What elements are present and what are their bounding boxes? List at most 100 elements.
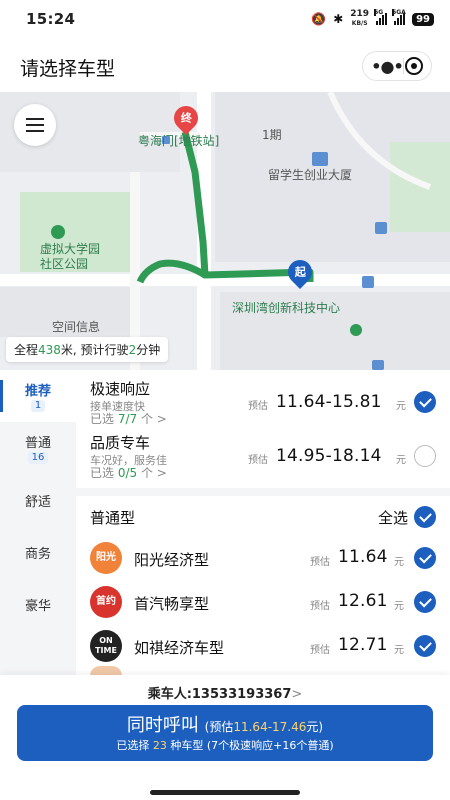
selected-detail: (7个极速响应+16个普通): [206, 739, 334, 752]
car-type-panel: 推荐 1 普通 16 舒适 商务 豪华 极速响应 接单速度快 已选 7/7 个: [0, 370, 450, 676]
summary-distance: 438: [38, 343, 61, 357]
brand-row-shouqi[interactable]: 首约 首汽畅享型 预估 12.61 元: [76, 580, 450, 624]
summary-middle: 米, 预计行驶: [60, 343, 129, 357]
brand-row-yangguang[interactable]: 阳光 阳光经济型 预估 11.64 元: [76, 536, 450, 580]
brand-checkbox[interactable]: [414, 591, 436, 613]
network-speed: 219 KB/S: [350, 10, 369, 28]
options-list: 极速响应 接单速度快 已选 7/7 个 > 预估 11.64-15.81 元 品…: [76, 370, 450, 676]
call-est-range: 11.64-17.46: [233, 720, 307, 734]
brand-row-ruqi[interactable]: ON TIME 如祺经济车型 预估 12.71 元: [76, 624, 450, 668]
menu-icon-bar: [26, 124, 44, 126]
estimate-label: 预估: [310, 557, 330, 568]
summary-prefix: 全程: [14, 343, 39, 357]
brand-checkbox[interactable]: [414, 635, 436, 657]
sidebar-item-business[interactable]: 商务: [0, 526, 76, 578]
map-label-center: 深圳湾创新科技中心: [232, 301, 341, 315]
map-label-space: 空间信息: [52, 320, 101, 334]
signal-icon-2: 5GA: [392, 9, 406, 25]
brand-price: 12.71: [338, 635, 388, 655]
selected-mid: 种车型: [170, 739, 204, 752]
price-unit: 元: [394, 601, 404, 612]
price-unit: 元: [394, 557, 404, 568]
option-checkbox-checked[interactable]: [414, 391, 436, 413]
passenger-phone: 13533193367: [191, 687, 292, 702]
menu-button[interactable]: [14, 104, 56, 146]
call-button-sub: 已选择 23 种车型 (7个极速响应+16个普通): [17, 737, 433, 753]
selected-count: 0/5: [117, 466, 138, 480]
category-sidebar: 推荐 1 普通 16 舒适 商务 豪华: [0, 370, 76, 675]
sidebar-item-count: 1: [30, 400, 46, 412]
map-label-park-2: 社区公园: [40, 257, 89, 271]
selected-prefix: 已选: [90, 466, 115, 480]
price-unit: 元: [394, 645, 404, 656]
estimate-label: 预估: [248, 401, 268, 412]
clock: 15:24: [26, 10, 76, 28]
target-close-icon[interactable]: [404, 57, 423, 75]
price-unit: 元: [396, 401, 406, 412]
page-title: 请选择车型: [20, 57, 116, 80]
sidebar-item-label: 商务: [24, 546, 51, 562]
option-name: 极速响应: [90, 380, 151, 398]
start-marker-label: 起: [294, 266, 306, 279]
map-label-metro: 粤海门[地铁站]: [138, 134, 220, 148]
signal-icon: 5G: [374, 9, 388, 25]
brand-logo-ruqi: ON TIME: [90, 630, 122, 662]
mute-icon: 🔕: [311, 12, 327, 26]
app-screen: 15:24 🔕 ✱ 219 KB/S 5G 5GA 99 请选择车型 •●• 终…: [0, 0, 450, 800]
selected-count: 7/7: [117, 412, 138, 426]
passenger-label: 乘车人:: [147, 687, 192, 702]
estimate-label: 预估: [310, 645, 330, 656]
brand-checkbox[interactable]: [414, 547, 436, 569]
sidebar-item-recommended[interactable]: 推荐 1: [0, 370, 76, 422]
route-map[interactable]: 终 起 粤海门[地铁站] 1期 留学生创业大厦 虚拟大学园 社区公园 空间信息 …: [0, 92, 450, 370]
select-all-label[interactable]: 全选: [378, 507, 408, 528]
selected-prefix: 已选: [90, 412, 115, 426]
speed-value: 219: [350, 9, 370, 19]
call-est-prefix: (预估: [204, 720, 234, 734]
option-name: 品质专车: [90, 434, 151, 452]
option-checkbox-unchecked[interactable]: [414, 445, 436, 467]
selected-total: 23: [152, 739, 167, 752]
option-fast-response[interactable]: 极速响应 接单速度快 已选 7/7 个 > 预估 11.64-15.81 元: [76, 370, 450, 428]
select-all-checkbox[interactable]: [414, 506, 436, 528]
sidebar-item-count: 16: [27, 452, 49, 464]
option-selected-count[interactable]: 已选 7/7 个 >: [90, 410, 167, 427]
brand-name: 首汽畅享型: [134, 595, 210, 613]
route-summary: 全程438米, 预计行驶2分钟: [6, 337, 169, 362]
brand-logo-yangguang: 阳光: [90, 542, 122, 574]
chevron-right-icon: >: [291, 687, 303, 702]
call-button[interactable]: 同时呼叫 (预估11.64-17.46元) 已选择 23 种车型 (7个极速响应…: [17, 705, 433, 761]
status-bar: 15:24 🔕 ✱ 219 KB/S 5G 5GA 99: [0, 0, 450, 38]
brand-price: 11.64: [338, 547, 388, 567]
battery-icon: 99: [412, 12, 434, 26]
more-dots-icon[interactable]: •●•: [371, 57, 403, 76]
sidebar-item-label: 舒适: [24, 494, 51, 510]
option-quality-car[interactable]: 品质专车 车况好，服务佳 已选 0/5 个 > 预估 14.95-18.14 元: [76, 428, 450, 486]
end-marker-label: 终: [180, 112, 192, 125]
option-price: 11.64-15.81: [276, 392, 382, 412]
bottom-action-bar: 乘车人:13533193367> 同时呼叫 (预估11.64-17.46元) 已…: [0, 675, 450, 800]
miniapp-capsule: •●•: [362, 51, 432, 81]
price-unit: 元: [396, 455, 406, 466]
sidebar-item-label: 豪华: [24, 598, 51, 614]
sidebar-item-label: 推荐: [24, 384, 51, 399]
brand-logo-shouqi: 首约: [90, 586, 122, 618]
option-selected-count[interactable]: 已选 0/5 个 >: [90, 464, 167, 481]
signal-tag-2: 5GA: [392, 9, 406, 16]
brand-price: 12.61: [338, 591, 388, 611]
selected-suffix: 个 >: [140, 412, 167, 426]
passenger-selector[interactable]: 乘车人:13533193367>: [0, 683, 450, 702]
sidebar-item-label: 普通: [24, 436, 51, 451]
selected-suffix: 个 >: [140, 466, 167, 480]
call-button-main: 同时呼叫 (预估11.64-17.46元): [17, 711, 433, 737]
sidebar-item-luxury[interactable]: 豪华: [0, 578, 76, 630]
speed-unit: KB/S: [351, 20, 368, 27]
brand-name: 阳光经济型: [134, 551, 210, 569]
page-header: 请选择车型 •●•: [0, 44, 450, 90]
sidebar-item-normal[interactable]: 普通 16: [0, 422, 76, 474]
estimate-label: 预估: [310, 601, 330, 612]
menu-icon-bar: [26, 118, 44, 120]
sidebar-item-comfort[interactable]: 舒适: [0, 474, 76, 526]
section-divider: [76, 488, 450, 496]
summary-suffix: 分钟: [136, 343, 161, 357]
